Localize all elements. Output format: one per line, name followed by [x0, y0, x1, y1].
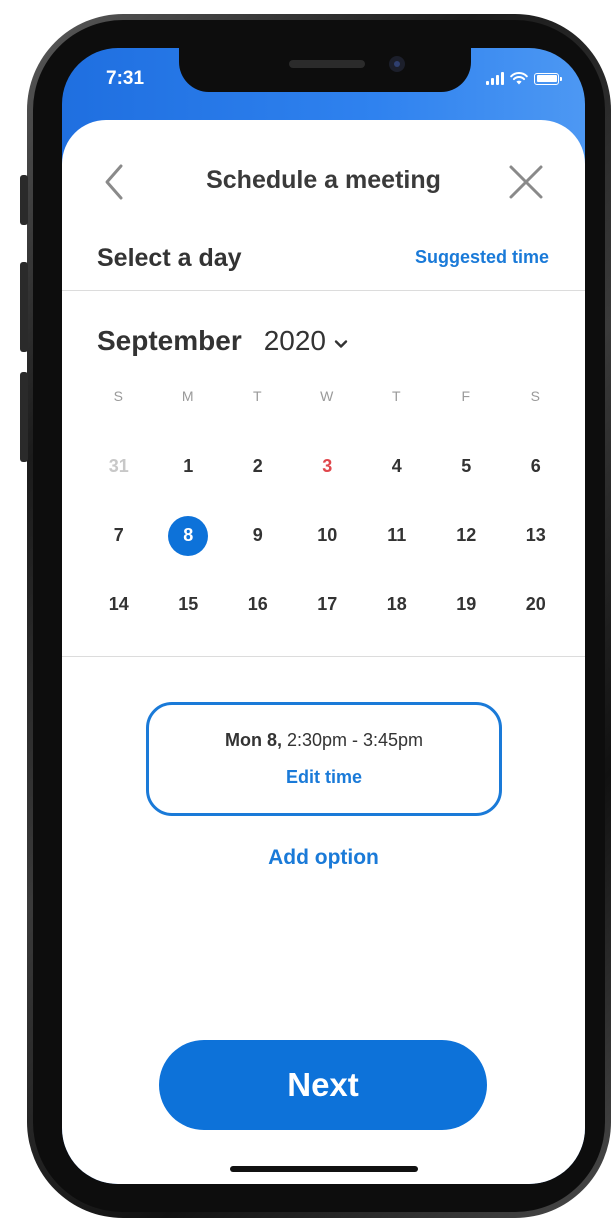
calendar-day[interactable]: 7: [84, 516, 154, 556]
week-row: 7 8 9 10 11 12 13: [84, 501, 574, 570]
week-row: 14 15 16 17 18 19 20: [84, 570, 574, 639]
calendar-day[interactable]: 10: [293, 516, 363, 556]
time-option-card[interactable]: Mon 8, 2:30pm - 3:45pm Edit time: [146, 702, 502, 816]
calendar-day[interactable]: 14: [84, 585, 154, 625]
calendar-day-prev-month[interactable]: 31: [84, 447, 154, 487]
weekday-label: T: [391, 388, 402, 404]
edit-time-link[interactable]: Edit time: [286, 767, 362, 788]
time-option-range: 2:30pm - 3:45pm: [286, 730, 424, 750]
calendar-day[interactable]: 15: [154, 585, 224, 625]
select-day-label: Select a day: [97, 244, 242, 272]
calendar-day[interactable]: 12: [432, 516, 502, 556]
chevron-down-icon: [334, 340, 348, 348]
add-option-link[interactable]: Add option: [62, 846, 585, 870]
year-label: 2020: [263, 325, 327, 356]
weekday-label: S: [530, 388, 541, 404]
mute-switch: [20, 175, 28, 225]
calendar-day[interactable]: 13: [501, 516, 571, 556]
calendar-day[interactable]: 18: [362, 585, 432, 625]
divider: [62, 290, 585, 291]
cellular-signal-icon: [486, 72, 504, 85]
notch: [179, 48, 471, 92]
calendar-day[interactable]: 20: [501, 585, 571, 625]
front-camera-icon: [389, 56, 405, 72]
calendar-day[interactable]: 16: [223, 585, 293, 625]
divider: [62, 656, 585, 657]
month-label: September: [97, 325, 242, 356]
weekday-label: M: [181, 388, 195, 404]
status-time: 7:31: [106, 68, 145, 89]
suggested-time-link[interactable]: Suggested time: [415, 247, 549, 268]
calendar-day[interactable]: 6: [501, 447, 571, 487]
calendar-day[interactable]: 1: [154, 447, 224, 487]
volume-down-button: [20, 372, 28, 462]
home-indicator[interactable]: [230, 1166, 418, 1172]
calendar-day[interactable]: 5: [432, 447, 502, 487]
next-button[interactable]: Next: [159, 1040, 487, 1130]
close-icon: [509, 165, 543, 199]
schedule-sheet: Schedule a meeting Select a day Suggeste…: [62, 120, 585, 1184]
calendar-day[interactable]: 11: [362, 516, 432, 556]
time-option-day: Mon 8,: [224, 730, 282, 750]
calendar-day-today[interactable]: 3: [293, 447, 363, 487]
screen: 7:31 Schedule a meeting Select a day Sug…: [62, 48, 585, 1184]
calendar-day[interactable]: 19: [432, 585, 502, 625]
weekday-label: T: [252, 388, 263, 404]
calendar-grid: S M T W T F S 31 1 2 3 4 5 6 7 8 9 10 11…: [84, 388, 574, 639]
battery-icon: [534, 72, 562, 85]
week-row: 31 1 2 3 4 5 6: [84, 432, 574, 501]
weekday-label: F: [461, 388, 472, 404]
weekday-label: W: [320, 388, 335, 404]
weekday-header-row: S M T W T F S: [84, 388, 574, 432]
calendar-day[interactable]: 4: [362, 447, 432, 487]
calendar-day[interactable]: 17: [293, 585, 363, 625]
status-icons: [486, 72, 562, 85]
wifi-icon: [510, 72, 528, 85]
time-option-summary: Mon 8, 2:30pm - 3:45pm: [149, 730, 499, 751]
month-year-selector[interactable]: September 2020: [97, 325, 348, 357]
close-button[interactable]: [506, 162, 546, 202]
volume-up-button: [20, 262, 28, 352]
calendar-day-selected[interactable]: 8: [154, 515, 224, 556]
calendar-day[interactable]: 9: [223, 516, 293, 556]
calendar-day[interactable]: 2: [223, 447, 293, 487]
speaker-grille: [289, 60, 365, 68]
weekday-label: S: [113, 388, 124, 404]
